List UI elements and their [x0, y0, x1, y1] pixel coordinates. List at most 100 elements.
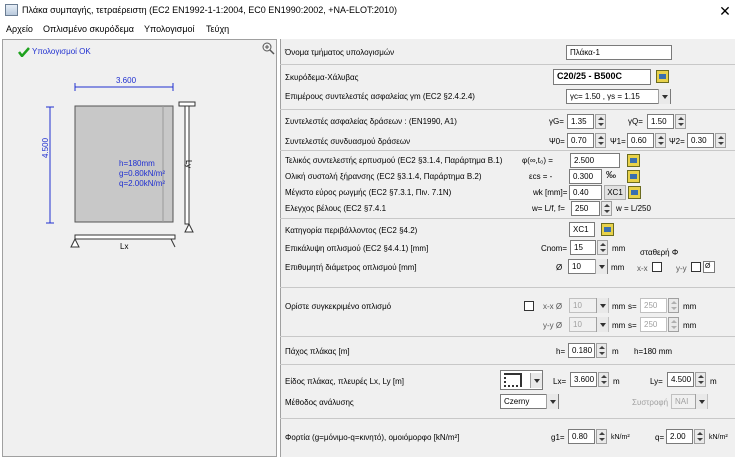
constant-diameter-label: σταθερή Φ: [640, 248, 679, 257]
method-select[interactable]: Czerny: [500, 394, 559, 409]
diameter-select[interactable]: 10: [568, 259, 608, 274]
deflection-input[interactable]: 250: [571, 201, 600, 216]
chevron-down-icon[interactable]: [695, 394, 707, 409]
menu-calc[interactable]: Υπολογισμοί: [144, 24, 195, 34]
ly-label: Ly: [184, 160, 193, 169]
chevron-down-icon[interactable]: [596, 298, 608, 313]
torsion-value: NAI: [675, 397, 689, 406]
shrinkage-symbol: εcs = -: [529, 172, 553, 181]
q-spinner[interactable]: [694, 429, 705, 444]
specific-xx-label: x-x Ø: [543, 302, 563, 311]
psi2-input[interactable]: 0.30: [687, 133, 714, 148]
g1-symbol: g1=: [551, 433, 565, 442]
cover-symbol: Cnom=: [541, 244, 568, 253]
material-factors-select[interactable]: γc= 1.50 , γs = 1.15: [566, 89, 671, 104]
specific-rebar-checkbox[interactable]: [524, 301, 534, 311]
thickness-symbol: h=: [556, 347, 566, 356]
torsion-select[interactable]: NAI: [671, 394, 708, 409]
psi2-spinner[interactable]: [715, 133, 726, 148]
slab-type-label: Είδος πλάκας, πλευρές Lx, Ly [m]: [285, 377, 404, 386]
menu-file[interactable]: Αρχείο: [6, 24, 33, 34]
slab-drawing: [46, 83, 196, 248]
environment-edit-icon[interactable]: [601, 223, 614, 236]
crack-edit-icon[interactable]: [628, 186, 641, 199]
specific-yy-dia: 10: [573, 320, 582, 329]
g1-input[interactable]: 0.80: [568, 429, 595, 444]
psi1-input[interactable]: 0.60: [627, 133, 654, 148]
shrinkage-edit-icon[interactable]: [627, 170, 640, 183]
thickness-result: h=180 mm: [634, 347, 673, 356]
menu-rebar[interactable]: Οπλισμένο σκυρόδεμα: [43, 24, 134, 34]
q-symbol: q=: [655, 433, 665, 442]
close-icon[interactable]: ✕: [715, 1, 735, 21]
thickness-label: Πάχος πλάκας [m]: [285, 347, 350, 356]
deflection-symbol: w= L/f, f=: [532, 204, 565, 213]
specific-yy-spinner[interactable]: [668, 317, 679, 332]
chevron-down-icon[interactable]: [658, 89, 670, 104]
crack-width-input[interactable]: 0.40: [569, 185, 602, 200]
diameter-value: 10: [572, 262, 581, 271]
ly-symbol: Ly=: [650, 377, 663, 386]
creep-edit-icon[interactable]: [627, 154, 640, 167]
shrinkage-input[interactable]: 0.300: [569, 169, 602, 184]
slab-type-select[interactable]: [500, 370, 543, 390]
specific-yy-spacing[interactable]: 250: [640, 317, 667, 332]
section-name-label: Όνομα τμήματος υπολογισμών: [285, 48, 395, 57]
environment-input[interactable]: XC1: [569, 222, 595, 237]
menu-docs[interactable]: Τεύχη: [206, 24, 229, 34]
const-yy-checkbox[interactable]: [691, 262, 701, 272]
specific-xx-dia-select[interactable]: 10: [569, 298, 609, 313]
chevron-down-icon[interactable]: [546, 394, 558, 409]
lx-input[interactable]: 3.600: [570, 372, 597, 387]
crack-class-button[interactable]: XC1: [604, 185, 626, 200]
cover-input[interactable]: 15: [570, 240, 596, 255]
chevron-down-icon[interactable]: [530, 373, 542, 388]
creep-input[interactable]: 2.500: [570, 153, 620, 168]
app-icon: [5, 4, 18, 16]
mm-unit: mm: [612, 302, 626, 311]
separator: [280, 364, 735, 365]
crack-width-label: Μέγιστο εύρος ρωγμής (EC2 §7.3.1, Πιν. 7…: [285, 188, 452, 197]
thickness-text: h=180mm: [119, 159, 155, 168]
ly-spinner[interactable]: [695, 372, 706, 387]
method-value: Czerny: [504, 397, 530, 406]
gamma-g-spinner[interactable]: [595, 114, 606, 129]
gamma-q-spinner[interactable]: [675, 114, 686, 129]
specific-xx-spinner[interactable]: [668, 298, 679, 313]
mm-unit: mm: [683, 321, 697, 330]
spacing-label: s=: [628, 302, 637, 311]
psi1-spinner[interactable]: [655, 133, 666, 148]
chevron-down-icon[interactable]: [596, 317, 608, 332]
gamma-g-input[interactable]: 1.35: [567, 114, 594, 129]
menu-bar: Αρχείο Οπλισμένο σκυρόδεμα Υπολογισμοί Τ…: [0, 22, 735, 38]
thickness-unit: m: [612, 347, 619, 356]
gamma-q-input[interactable]: 1.50: [647, 114, 674, 129]
chevron-down-icon[interactable]: [595, 259, 607, 274]
lx-spinner[interactable]: [598, 372, 609, 387]
cover-spinner[interactable]: [597, 240, 608, 255]
psi0-input[interactable]: 0.70: [567, 133, 594, 148]
combination-label: Συντελεστές συνδυασμού δράσεων: [285, 137, 411, 146]
q-input[interactable]: 2.00: [666, 429, 693, 444]
deflection-spinner[interactable]: [601, 201, 612, 216]
thickness-spinner[interactable]: [596, 343, 607, 358]
separator: [280, 109, 735, 110]
g1-spinner[interactable]: [596, 429, 607, 444]
separator: [280, 418, 735, 419]
diameter-icon[interactable]: Ø: [703, 261, 715, 273]
materials-input[interactable]: C20/25 - B500C: [553, 69, 651, 85]
section-name-input[interactable]: Πλάκα-1: [566, 45, 672, 60]
psi0-spinner[interactable]: [595, 133, 606, 148]
materials-edit-icon[interactable]: [656, 70, 669, 83]
drawing-pane: Υπολογισμοί ΟΚ 3.600 4.500 h=180mm g=0.8…: [2, 39, 277, 457]
crack-width-symbol: wk [mm]=: [533, 188, 568, 197]
ly-input[interactable]: 4.500: [667, 372, 694, 387]
gamma-g-label: γG=: [549, 117, 564, 126]
thickness-input[interactable]: 0.180: [568, 343, 595, 358]
material-factors-value: γc= 1.50 , γs = 1.15: [570, 92, 640, 101]
dim-top-label: 3.600: [116, 76, 137, 85]
specific-yy-dia-select[interactable]: 10: [569, 317, 609, 332]
loads-label: Φορτία (g=μόνιμο-q=κινητό), ομοιόμορφο […: [285, 433, 460, 442]
const-xx-checkbox[interactable]: [652, 262, 662, 272]
specific-xx-spacing[interactable]: 250: [640, 298, 667, 313]
